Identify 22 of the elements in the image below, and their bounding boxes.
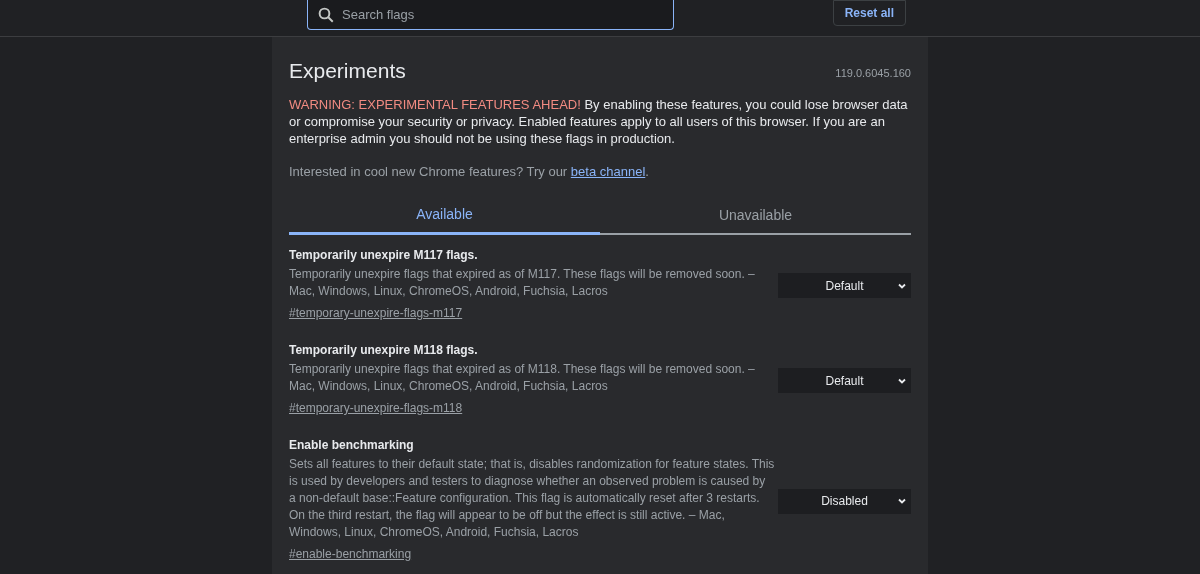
beta-note: Interested in cool new Chrome features? Try our beta channel. — [289, 162, 650, 181]
tab[interactable]: Available — [289, 197, 600, 235]
flag-title: Temporarily unexpire M117 flags. — [289, 247, 479, 264]
flag-title: Temporarily unexpire M118 flags. — [289, 342, 479, 359]
flag-description: Sets all features to their default state; that is, disables randomization for feature states. This is used by developers and testers to diagnose whether an observed problem is caused by a non-default base::Feature configuration. This flag is automatically reset after 3 restarts. On the third restart, the flag will appear to be off but the effect is still active. – Mac, Windows, Linux, ChromeOS, Android, Fuchsia, Lacros — [289, 456, 775, 541]
search-field[interactable]: Search flags — [307, 0, 674, 30]
flag-anchor-link[interactable]: #temporary-unexpire-flags-m117 — [289, 304, 463, 322]
flag-dropdown[interactable]: Default — [778, 273, 911, 298]
version-text: 119.0.6045.160 — [835, 65, 911, 81]
search-icon — [317, 6, 335, 24]
flag-description: Temporarily unexpire flags that expired as of M118. These flags will be removed soon. – Mac, Windows, Linux, ChromeOS, Android, Fuchsia, Lacros — [289, 361, 756, 395]
chevron-icon — [897, 496, 907, 506]
flag-title: Enable benchmarking — [289, 437, 415, 454]
flag-anchor-link[interactable]: #enable-benchmarking — [289, 545, 412, 563]
warning-text: WARNING: EXPERIMENTAL FEATURES AHEAD! By enabling these features, you could lose browser data or compromise your security or privacy. Enabled features apply to all users of this browser. If you are an enterprise admin you should not be using these flags in production. — [289, 95, 909, 147]
page-title: Experiments — [289, 58, 406, 84]
reset-all-button[interactable]: Reset all — [832, 0, 906, 26]
flag-dropdown[interactable]: Disabled — [778, 488, 911, 514]
flag-dropdown[interactable]: Default — [778, 368, 911, 393]
tab[interactable]: Unavailable — [600, 197, 911, 235]
flag-description: Temporarily unexpire flags that expired as of M117. These flags will be removed soon. – Mac, Windows, Linux, ChromeOS, Android, Fuchsia, Lacros — [289, 266, 756, 300]
flag-anchor-link[interactable]: #temporary-unexpire-flags-m118 — [289, 399, 463, 417]
